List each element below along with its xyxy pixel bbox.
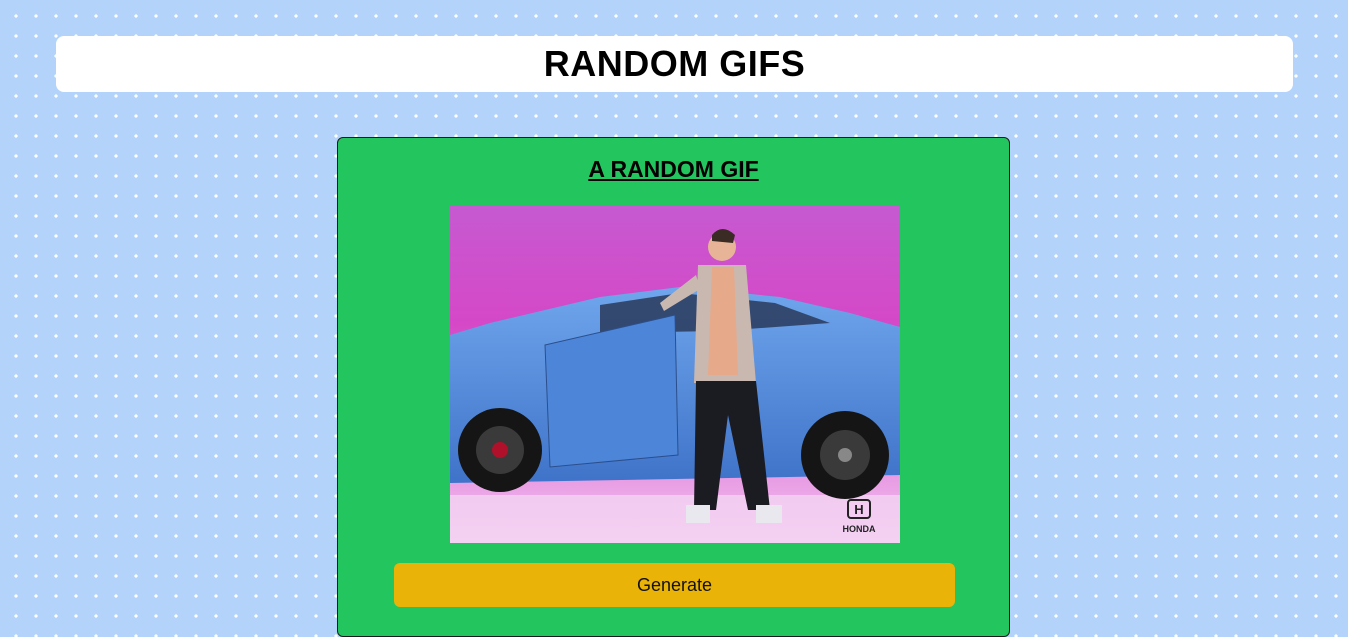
page-title: RANDOM GIFS xyxy=(543,43,806,84)
random-gif-image: H HONDA xyxy=(450,205,900,543)
svg-text:H: H xyxy=(854,502,863,517)
card-title: A RANDOM GIF xyxy=(588,156,759,182)
gif-card: A RANDOM GIF H HONDA Generate xyxy=(337,137,1010,637)
page-header: RANDOM GIFS xyxy=(56,36,1293,92)
svg-text:HONDA: HONDA xyxy=(843,524,876,534)
generate-button[interactable]: Generate xyxy=(394,563,955,607)
